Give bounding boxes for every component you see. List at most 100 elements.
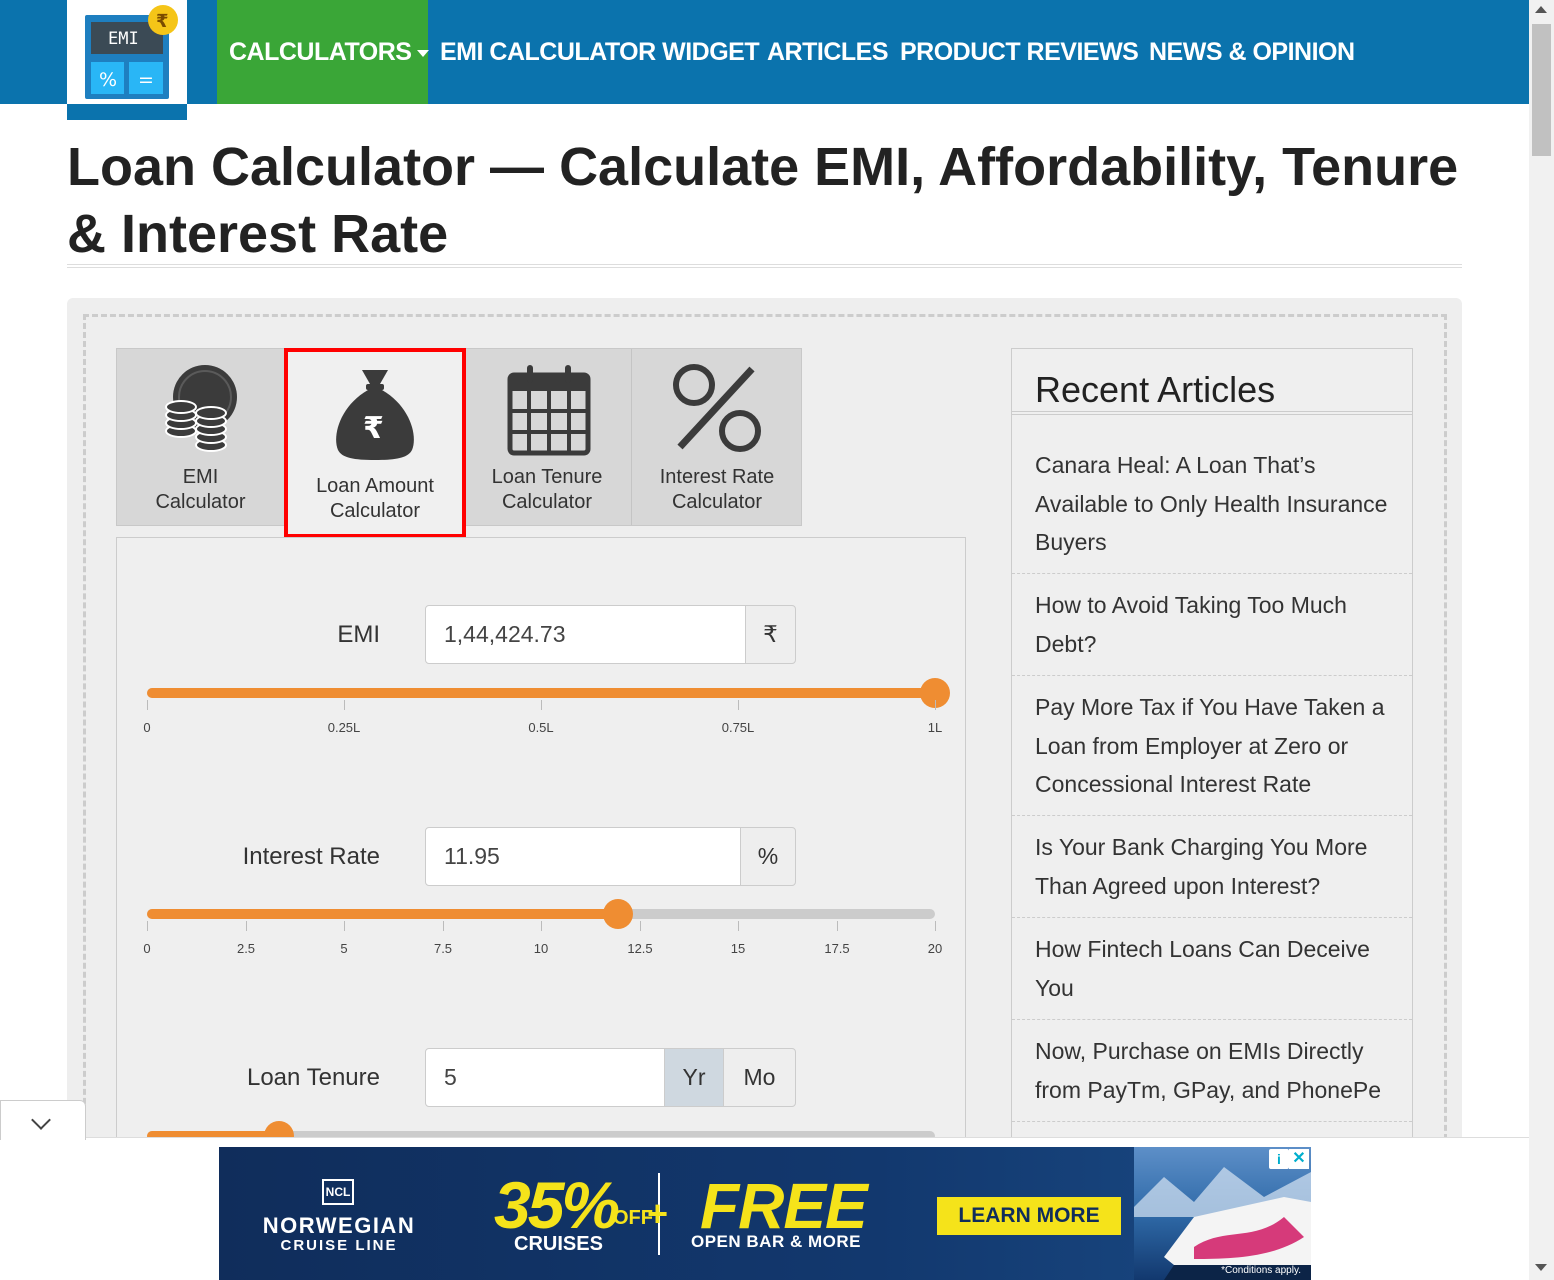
interest-rate-slider-handle[interactable] [603,899,633,929]
sidebar-title-divider [1012,411,1412,415]
slider-tick [344,700,345,710]
ad-close-icon[interactable]: ✕ [1289,1149,1309,1169]
emi-slider[interactable] [147,678,950,708]
article-link[interactable]: Canara Heal: A Loan That’s Available to … [1035,446,1395,562]
article-divider [1012,1121,1412,1122]
interest-rate-input[interactable]: 11.95 [425,827,741,886]
tab-loan-amount-label-line1: Loan Amount [316,475,434,497]
rupee-addon: ₹ [745,605,796,664]
nav-articles[interactable]: ARTICLES [767,0,889,104]
loan-tenure-label: Loan Tenure [246,1064,380,1091]
slider-tick [837,921,838,931]
slider-tick-label: 10 [533,941,549,956]
slider-tick-label: 0 [143,720,151,735]
article-link[interactable]: How to Avoid Taking Too Much Debt? [1035,586,1395,663]
money-bag-icon: ₹ [336,370,414,460]
scroll-up-arrow-icon[interactable] [1535,6,1547,13]
ad-brand-line1: NORWEGIAN [262,1213,416,1238]
article-link[interactable]: Now, Purchase on EMIs Directly from PayT… [1035,1032,1395,1109]
slider-tick [147,700,148,710]
logo-display-text: EMI [108,29,139,49]
scroll-down-arrow-icon[interactable] [1535,1264,1547,1271]
article-divider [1012,815,1412,816]
logo-rupee: ₹ [156,11,169,32]
slider-tick-label: 1L [927,720,943,735]
slider-tick [935,700,936,710]
sidebar-title: Recent Articles [1035,369,1276,410]
article-divider [1012,917,1412,918]
logo-percent: % [99,69,117,91]
ad-collapse-button[interactable] [0,1100,86,1140]
article-divider [1012,573,1412,574]
interest-rate-slider[interactable] [147,899,935,929]
advertisement-banner[interactable]: NCL NORWEGIAN CRUISE LINE 35% OFF CRUISE… [219,1147,1311,1280]
nav-emi-calculator-widget[interactable]: EMI CALCULATOR WIDGET [440,0,760,104]
scroll-thumb[interactable] [1532,24,1551,156]
calendar-icon [507,365,591,456]
nav-news-opinion[interactable]: NEWS & OPINION [1149,0,1355,104]
ad-info-icon[interactable]: i [1269,1149,1289,1169]
ad-offer-cruises: CRUISES [514,1233,603,1255]
recent-articles-sidebar: Recent Articles Canara Heal: A Loan That… [1011,348,1413,1148]
tab-rate-label-line2: Calculator [671,491,763,513]
emi-input[interactable]: 1,44,424.73 [425,605,746,664]
tab-loan-amount-label-line2: Calculator [329,500,421,522]
ad-brand: NCL NORWEGIAN CRUISE LINE [219,1147,459,1280]
slider-tick-label: 0.25L [327,720,361,735]
tenure-unit-year-toggle[interactable]: Yr [664,1048,724,1107]
slider-tick [344,921,345,931]
page-title: Loan Calculator — Calculate EMI, Afforda… [67,137,1459,264]
tenure-unit-month-toggle[interactable]: Mo [723,1048,796,1107]
ncl-logo: NCL [322,1179,354,1205]
percent-addon: % [740,827,796,886]
slider-tick-label: 17.5 [824,941,850,956]
slider-tick [246,921,247,931]
tab-emi-label-line1: EMI [182,466,219,488]
nav-calculators[interactable]: CALCULATORS [217,0,430,104]
slider-tick-label: 0.75L [721,720,755,735]
nav-calculators-label: CALCULATORS [229,38,412,66]
ad-plus: + [647,1193,669,1234]
vertical-scrollbar[interactable] [1529,0,1554,1280]
slider-tick-label: 12.5 [627,941,653,956]
ad-brand-line2: CRUISE LINE [280,1237,398,1254]
tab-loan-amount-calculator[interactable]: ₹ Loan Amount Calculator [284,348,466,538]
interest-rate-slider-fill [147,909,618,919]
slider-tick [935,921,936,931]
emi-label: EMI [337,621,380,648]
tab-tenure-label-line1: Loan Tenure [491,466,603,488]
slider-tick [738,921,739,931]
emi-slider-fill [147,688,935,698]
slider-tick [147,921,148,931]
ad-offer-percent: 35% [494,1168,620,1242]
slider-tick-label: 7.5 [433,941,453,956]
interest-rate-label: Interest Rate [242,843,380,870]
calculator-logo-icon: EMI % = ₹ [85,5,178,99]
slider-tick-label: 5 [340,941,348,956]
slider-tick-label: 0.5L [528,720,554,735]
ad-learn-more-button[interactable]: LEARN MORE [937,1197,1121,1235]
nav-product-reviews[interactable]: PRODUCT REVIEWS [900,0,1139,104]
slider-tick-label: 2.5 [236,941,256,956]
ad-conditions: *Conditions apply. [1221,1265,1301,1276]
tab-loan-tenure-calculator[interactable]: Loan Tenure Calculator [463,349,631,525]
bag-rupee-symbol: ₹ [363,411,384,446]
loan-tenure-input[interactable]: 5 [425,1048,665,1107]
tab-rate-label-line1: Interest Rate [659,466,775,488]
page: EMI % = ₹ CALCULATORS EMI CALCULATOR WID… [0,0,1554,1280]
chevron-down-icon [31,1110,51,1130]
slider-tick [541,921,542,931]
slider-tick [738,700,739,710]
tab-interest-rate-calculator[interactable]: Interest Rate Calculator [632,349,802,525]
site-logo[interactable]: EMI % = ₹ [67,0,187,120]
article-link[interactable]: How Fintech Loans Can Deceive You [1035,930,1395,1007]
tab-emi-calculator[interactable]: EMI Calculator [117,349,284,525]
slider-tick [443,921,444,931]
ad-free-subtitle: OPEN BAR & MORE [691,1232,861,1251]
tab-emi-label-line2: Calculator [155,491,246,513]
slider-tick-label: 20 [927,941,943,956]
slider-tick [640,921,641,931]
article-link[interactable]: Is Your Bank Charging You More Than Agre… [1035,828,1395,905]
article-divider [1012,675,1412,676]
article-link[interactable]: Pay More Tax if You Have Taken a Loan fr… [1035,688,1395,804]
